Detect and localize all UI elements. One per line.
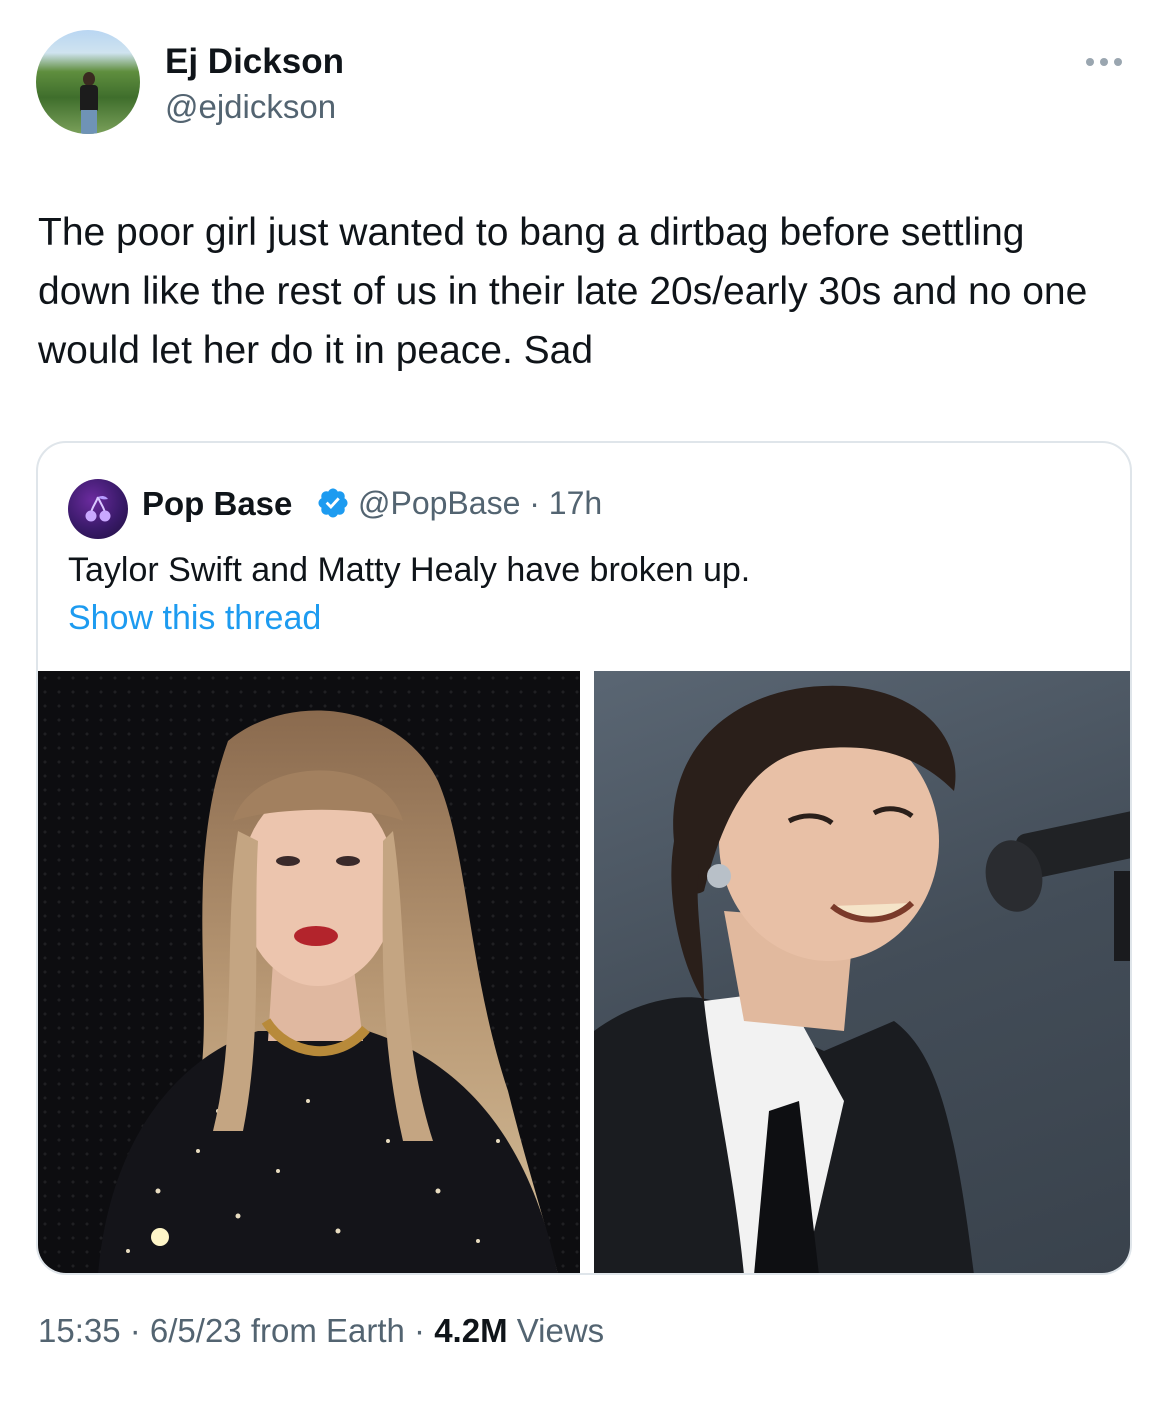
author-handle[interactable]: @ejdickson xyxy=(165,88,336,126)
media-photo-right[interactable] xyxy=(594,671,1130,1273)
more-options-icon[interactable] xyxy=(1086,58,1122,66)
verified-badge-icon xyxy=(318,488,348,518)
photo-performer-woman xyxy=(98,710,558,1273)
more-dot xyxy=(1114,58,1122,66)
quoted-tweet-text: Taylor Swift and Matty Healy have broken… xyxy=(68,551,751,589)
quoted-tweet-card[interactable]: Pop Base @PopBase · 17h Taylor Swift and… xyxy=(36,441,1132,1275)
views-label: Views xyxy=(507,1312,605,1349)
tweet-footer: 15:35 · 6/5/23 from Earth · 4.2M Views xyxy=(38,1312,604,1350)
quoted-handle-time[interactable]: @PopBase · 17h xyxy=(358,485,602,522)
avatar-figure-body xyxy=(80,85,98,111)
quoted-author-avatar[interactable] xyxy=(68,479,128,539)
cherry-logo-icon xyxy=(85,495,111,522)
more-dot xyxy=(1086,58,1094,66)
views-count: 4.2M xyxy=(434,1312,508,1349)
photo-performer-man xyxy=(594,685,1130,1273)
tweet-text: The poor girl just wanted to bang a dirt… xyxy=(38,211,1088,372)
author-display-name[interactable]: Ej Dickson xyxy=(165,42,344,82)
media-photo-left[interactable] xyxy=(38,671,580,1273)
quoted-display-name[interactable]: Pop Base xyxy=(142,485,292,523)
author-avatar[interactable] xyxy=(36,30,140,134)
show-thread-link[interactable]: Show this thread xyxy=(68,599,321,638)
avatar-figure-legs xyxy=(81,110,97,134)
timestamp-date-source[interactable]: 15:35 · 6/5/23 from Earth · xyxy=(38,1312,434,1349)
avatar-figure-head xyxy=(83,72,95,86)
more-dot xyxy=(1100,58,1108,66)
